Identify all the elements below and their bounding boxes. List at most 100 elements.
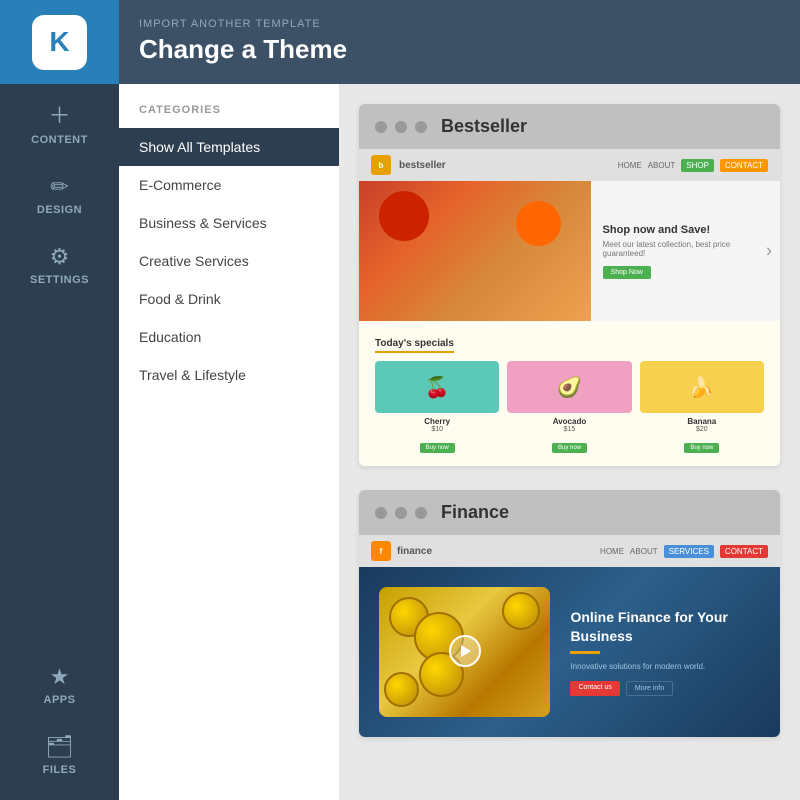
bs-product-price-banana: $20 [640, 426, 764, 433]
bestseller-preview: b bestseller HOME ABOUT SHOP CONTACT [359, 149, 780, 466]
sidebar-item-apps[interactable]: ★ APPS [0, 650, 119, 720]
fin-hero-subtitle: Innovative solutions for modern world. [570, 662, 760, 671]
bs-hero-subtitle: Meet our latest collection, best price g… [603, 240, 768, 258]
bs-product-banana: 🍌 Banana $20 Buy now [640, 361, 764, 454]
fin-nav-links: HOME ABOUT SERVICES CONTACT [600, 545, 768, 558]
sidebar-label-apps: APPS [44, 694, 76, 706]
bs-product-btn-cherry[interactable]: Buy now [420, 443, 455, 453]
dot-3 [415, 121, 427, 133]
fin-hero: Online Finance for Your Business Innovat… [359, 567, 780, 737]
template-card-finance[interactable]: Finance f finance HOME ABOUT SERVICES [359, 490, 780, 737]
categories-label: CATEGORIES [119, 104, 339, 128]
bs-products: 🍒 Cherry $10 Buy now 🥑 Avocado $15 Buy n… [375, 361, 764, 454]
sidebar-label-design: DESIGN [37, 204, 82, 216]
bs-product-name-avocado: Avocado [507, 417, 631, 426]
sidebar-item-content[interactable]: ＋ CONTENT [0, 84, 119, 160]
bs-product-img-avocado: 🥑 [507, 361, 631, 413]
play-button[interactable] [449, 635, 481, 667]
fin-logo-area: f finance [371, 541, 432, 561]
dot-f3 [415, 507, 427, 519]
template-name-bestseller: Bestseller [441, 116, 527, 137]
fin-hero-underline [570, 651, 600, 654]
chevron-right-icon[interactable]: › [766, 241, 772, 262]
dot-f1 [375, 507, 387, 519]
page-header: IMPORT ANOTHER TEMPLATE Change a Theme [119, 0, 800, 84]
categories-panel: CATEGORIES Show All Templates E-Commerce… [119, 84, 339, 800]
category-creative-services[interactable]: Creative Services [119, 242, 339, 280]
fin-logo-icon: f [371, 541, 391, 561]
category-show-all[interactable]: Show All Templates [119, 128, 339, 166]
bs-product-name-cherry: Cherry [375, 417, 499, 426]
bs-hero: Shop now and Save! Meet our latest colle… [359, 181, 780, 321]
category-business-services[interactable]: Business & Services [119, 204, 339, 242]
bs-nav-home: HOME [618, 161, 642, 170]
content-icon: ＋ [48, 98, 70, 130]
play-arrow-icon [461, 645, 471, 657]
bs-nav: b bestseller HOME ABOUT SHOP CONTACT [359, 149, 780, 181]
dot-1 [375, 121, 387, 133]
apps-icon: ★ [50, 664, 70, 690]
bs-product-img-banana: 🍌 [640, 361, 764, 413]
bs-logo-area: b bestseller [371, 155, 446, 175]
bs-hero-title: Shop now and Save! [603, 224, 768, 236]
dot-2 [395, 121, 407, 133]
category-ecommerce[interactable]: E-Commerce [119, 166, 339, 204]
fin-hero-text: Online Finance for Your Business Innovat… [550, 608, 760, 695]
coin-5 [502, 592, 540, 630]
category-education[interactable]: Education [119, 318, 339, 356]
bs-hero-button[interactable]: Shop Now [603, 266, 651, 279]
bs-logo-text: bestseller [399, 160, 446, 171]
fin-logo-text: finance [397, 546, 432, 557]
template-card-bestseller[interactable]: Bestseller b bestseller HOME ABOUT SHOP [359, 104, 780, 466]
template-card-header-finance: Finance [359, 490, 780, 535]
coin-3 [384, 672, 419, 707]
sidebar-item-design[interactable]: ✏ DESIGN [0, 160, 119, 230]
bs-nav-about: ABOUT [648, 161, 676, 170]
content-area: CATEGORIES Show All Templates E-Commerce… [119, 84, 800, 800]
bs-hero-image [359, 181, 591, 321]
fin-nav: f finance HOME ABOUT SERVICES CONTACT [359, 535, 780, 567]
bs-nav-contact: CONTACT [720, 159, 768, 172]
sidebar-label-files: FILES [43, 764, 77, 776]
fin-nav-about: ABOUT [630, 547, 658, 556]
fruit-red [379, 191, 429, 241]
bs-hero-text: Shop now and Save! Meet our latest colle… [591, 181, 780, 321]
sidebar-bottom: ★ APPS 🗂 FILES [0, 650, 119, 800]
bs-product-price-avocado: $15 [507, 426, 631, 433]
header-title: Change a Theme [139, 34, 780, 65]
header-subtitle: IMPORT ANOTHER TEMPLATE [139, 18, 780, 30]
bs-product-btn-banana[interactable]: Buy now [684, 443, 719, 453]
sidebar-item-settings[interactable]: ⚙ SETTINGS [0, 230, 119, 300]
fruit-orange [516, 201, 561, 246]
bs-product-cherry: 🍒 Cherry $10 Buy now [375, 361, 499, 454]
main-area: IMPORT ANOTHER TEMPLATE Change a Theme C… [119, 0, 800, 800]
finance-preview: f finance HOME ABOUT SERVICES CONTACT [359, 535, 780, 737]
bs-product-img-cherry: 🍒 [375, 361, 499, 413]
fin-hero-title: Online Finance for Your Business [570, 608, 760, 644]
settings-icon: ⚙ [50, 244, 70, 270]
fin-nav-contact: CONTACT [720, 545, 768, 558]
sidebar-label-settings: SETTINGS [30, 274, 89, 286]
fin-nav-home: HOME [600, 547, 624, 556]
bs-product-price-cherry: $10 [375, 426, 499, 433]
sidebar-label-content: CONTENT [31, 134, 88, 146]
bs-nav-shop: SHOP [681, 159, 714, 172]
dot-f2 [395, 507, 407, 519]
template-card-header-bestseller: Bestseller [359, 104, 780, 149]
sidebar: K ＋ CONTENT ✏ DESIGN ⚙ SETTINGS ★ APPS 🗂… [0, 0, 119, 800]
files-icon: 🗂 [46, 734, 74, 760]
sidebar-item-files[interactable]: 🗂 FILES [0, 720, 119, 790]
bs-logo-icon: b [371, 155, 391, 175]
design-icon: ✏ [50, 174, 68, 200]
bs-product-name-banana: Banana [640, 417, 764, 426]
category-travel-lifestyle[interactable]: Travel & Lifestyle [119, 356, 339, 394]
fin-hero-coins [379, 587, 550, 717]
bs-nav-links: HOME ABOUT SHOP CONTACT [618, 159, 768, 172]
bs-product-btn-avocado[interactable]: Buy now [552, 443, 587, 453]
fin-nav-services: SERVICES [664, 545, 714, 558]
template-name-finance: Finance [441, 502, 509, 523]
category-food-drink[interactable]: Food & Drink [119, 280, 339, 318]
fin-contact-button[interactable]: Contact us [570, 681, 619, 696]
fin-more-button[interactable]: More info [626, 681, 673, 696]
sidebar-logo: K [0, 0, 119, 84]
